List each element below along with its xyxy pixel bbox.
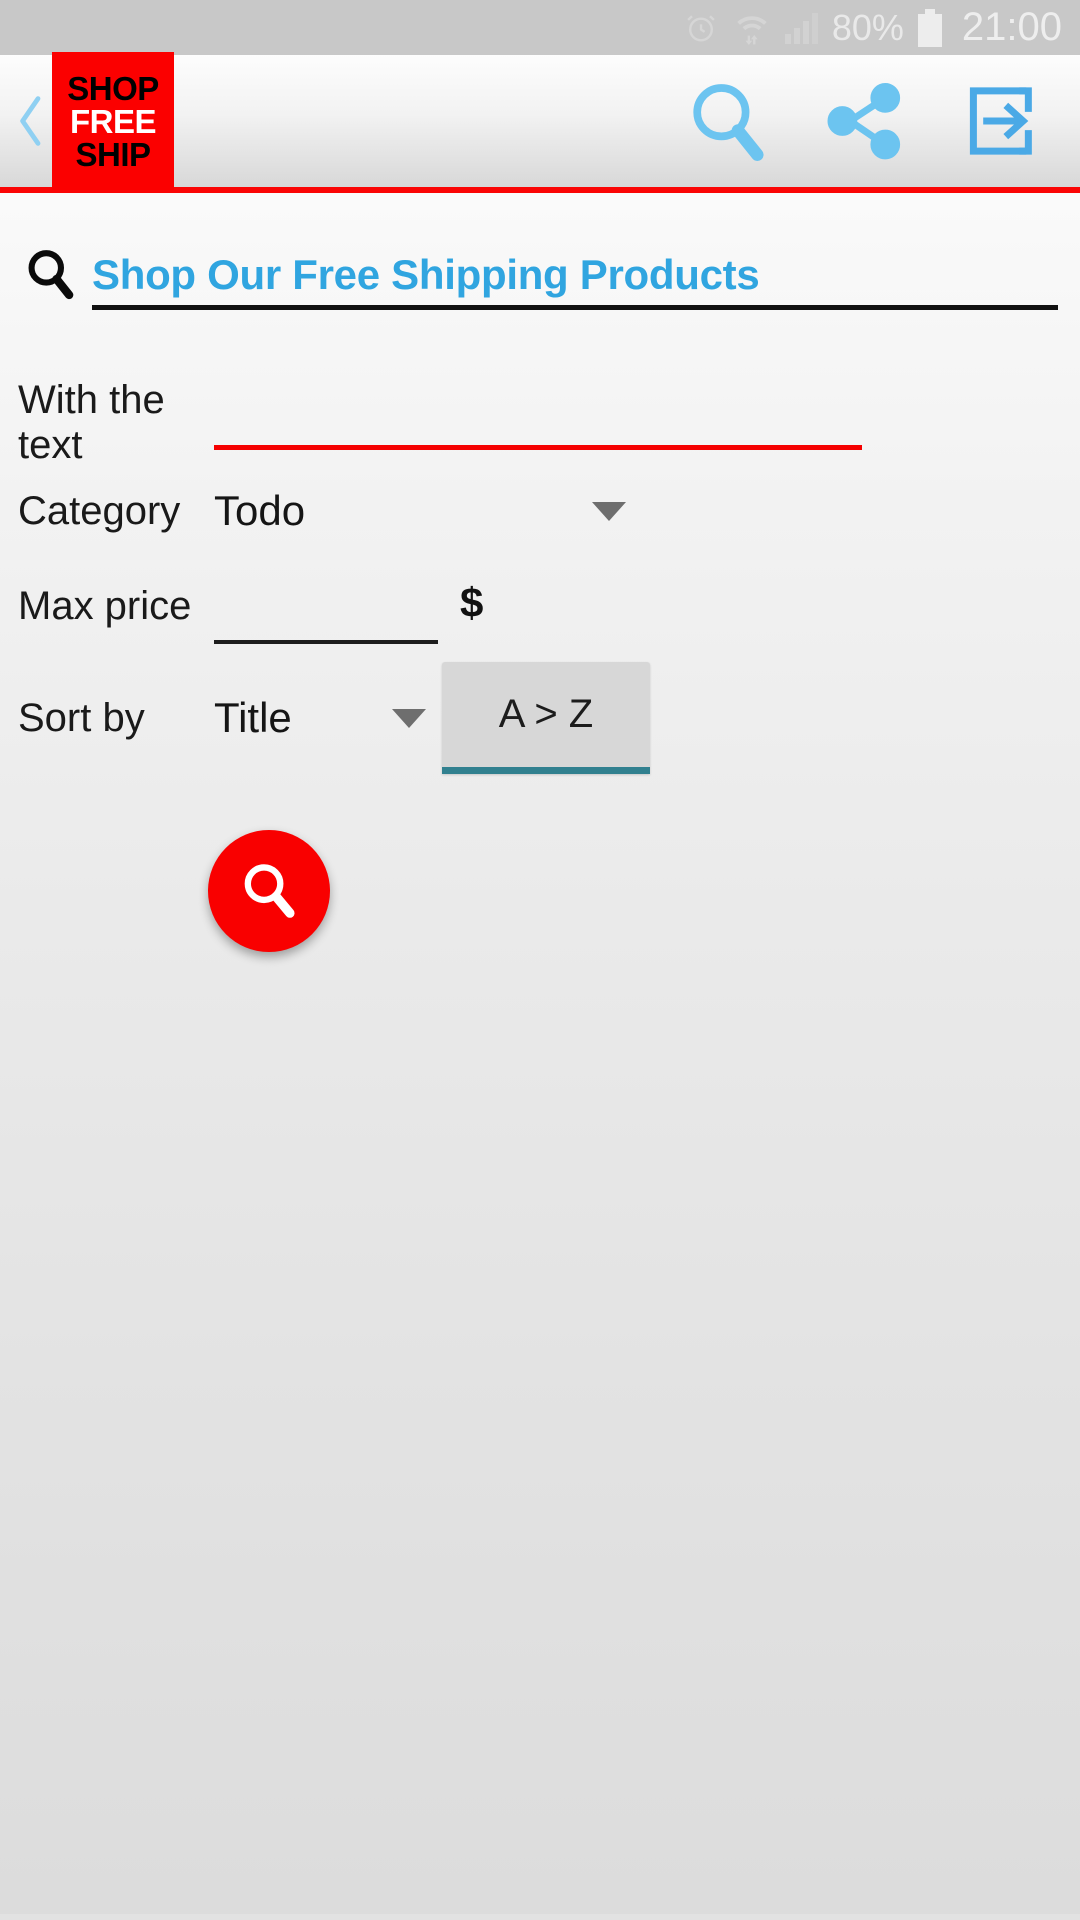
back-button[interactable] (0, 55, 52, 187)
row-with-text: With the text (0, 358, 1080, 468)
search-icon (236, 857, 302, 926)
logo-line-ship: SHIP (75, 135, 151, 173)
page-title: Shop Our Free Shipping Products (92, 251, 760, 298)
sort-direction-button[interactable]: A > Z (442, 662, 650, 774)
search-form: With the text Category Todo Max price $ … (0, 310, 1080, 952)
app-bar: SHOP FREE SHIP (0, 52, 1080, 193)
status-clock: 21:00 (961, 5, 1062, 49)
currency-symbol: $ (460, 579, 484, 626)
logo-line-shop: SHOP (67, 69, 159, 107)
max-price-field: $ (214, 568, 1062, 644)
panel-heading: Shop Our Free Shipping Products (0, 193, 1080, 310)
sort-by-dropdown[interactable]: Title (214, 679, 426, 757)
chevron-down-icon (592, 501, 626, 521)
search-icon[interactable] (680, 73, 776, 169)
with-text-underline (214, 445, 862, 450)
max-price-input[interactable] (214, 568, 438, 644)
sort-by-value: Title (214, 694, 292, 741)
app-logo[interactable]: SHOP FREE SHIP (52, 52, 174, 190)
sort-by-label: Sort by (18, 695, 145, 740)
max-price-underline (214, 640, 438, 644)
wifi-icon (733, 10, 771, 46)
row-max-price: Max price $ (0, 554, 1080, 658)
logo-line-free: FREE (69, 102, 157, 140)
search-form-panel: Shop Our Free Shipping Products With the… (0, 193, 1080, 1914)
search-icon (22, 245, 78, 310)
with-text-label: With the text (18, 378, 165, 467)
with-text-field (214, 374, 1062, 450)
row-sort-by: Sort by Title A > Z (0, 658, 1080, 778)
heading-divider (92, 305, 1058, 310)
category-value: Todo (214, 487, 306, 534)
battery-percent-label: 80% (831, 6, 904, 48)
exit-icon[interactable] (952, 73, 1048, 169)
with-text-input[interactable] (214, 374, 862, 450)
status-bar: 80% 21:00 (0, 0, 1080, 55)
search-submit-button[interactable] (208, 830, 330, 952)
category-dropdown[interactable]: Todo (214, 472, 634, 550)
alarm-icon (683, 10, 719, 46)
max-price-label: Max price (18, 583, 192, 628)
row-category: Category Todo (0, 468, 1080, 554)
category-field: Todo (214, 472, 1062, 550)
signal-icon (784, 12, 818, 44)
battery-icon (917, 8, 942, 47)
chevron-down-icon (392, 708, 426, 728)
share-icon[interactable] (816, 73, 912, 169)
app-bar-actions (680, 73, 1080, 169)
submit-row (0, 778, 1080, 952)
sort-by-field: Title A > Z (214, 662, 1062, 774)
category-label: Category (18, 488, 181, 533)
